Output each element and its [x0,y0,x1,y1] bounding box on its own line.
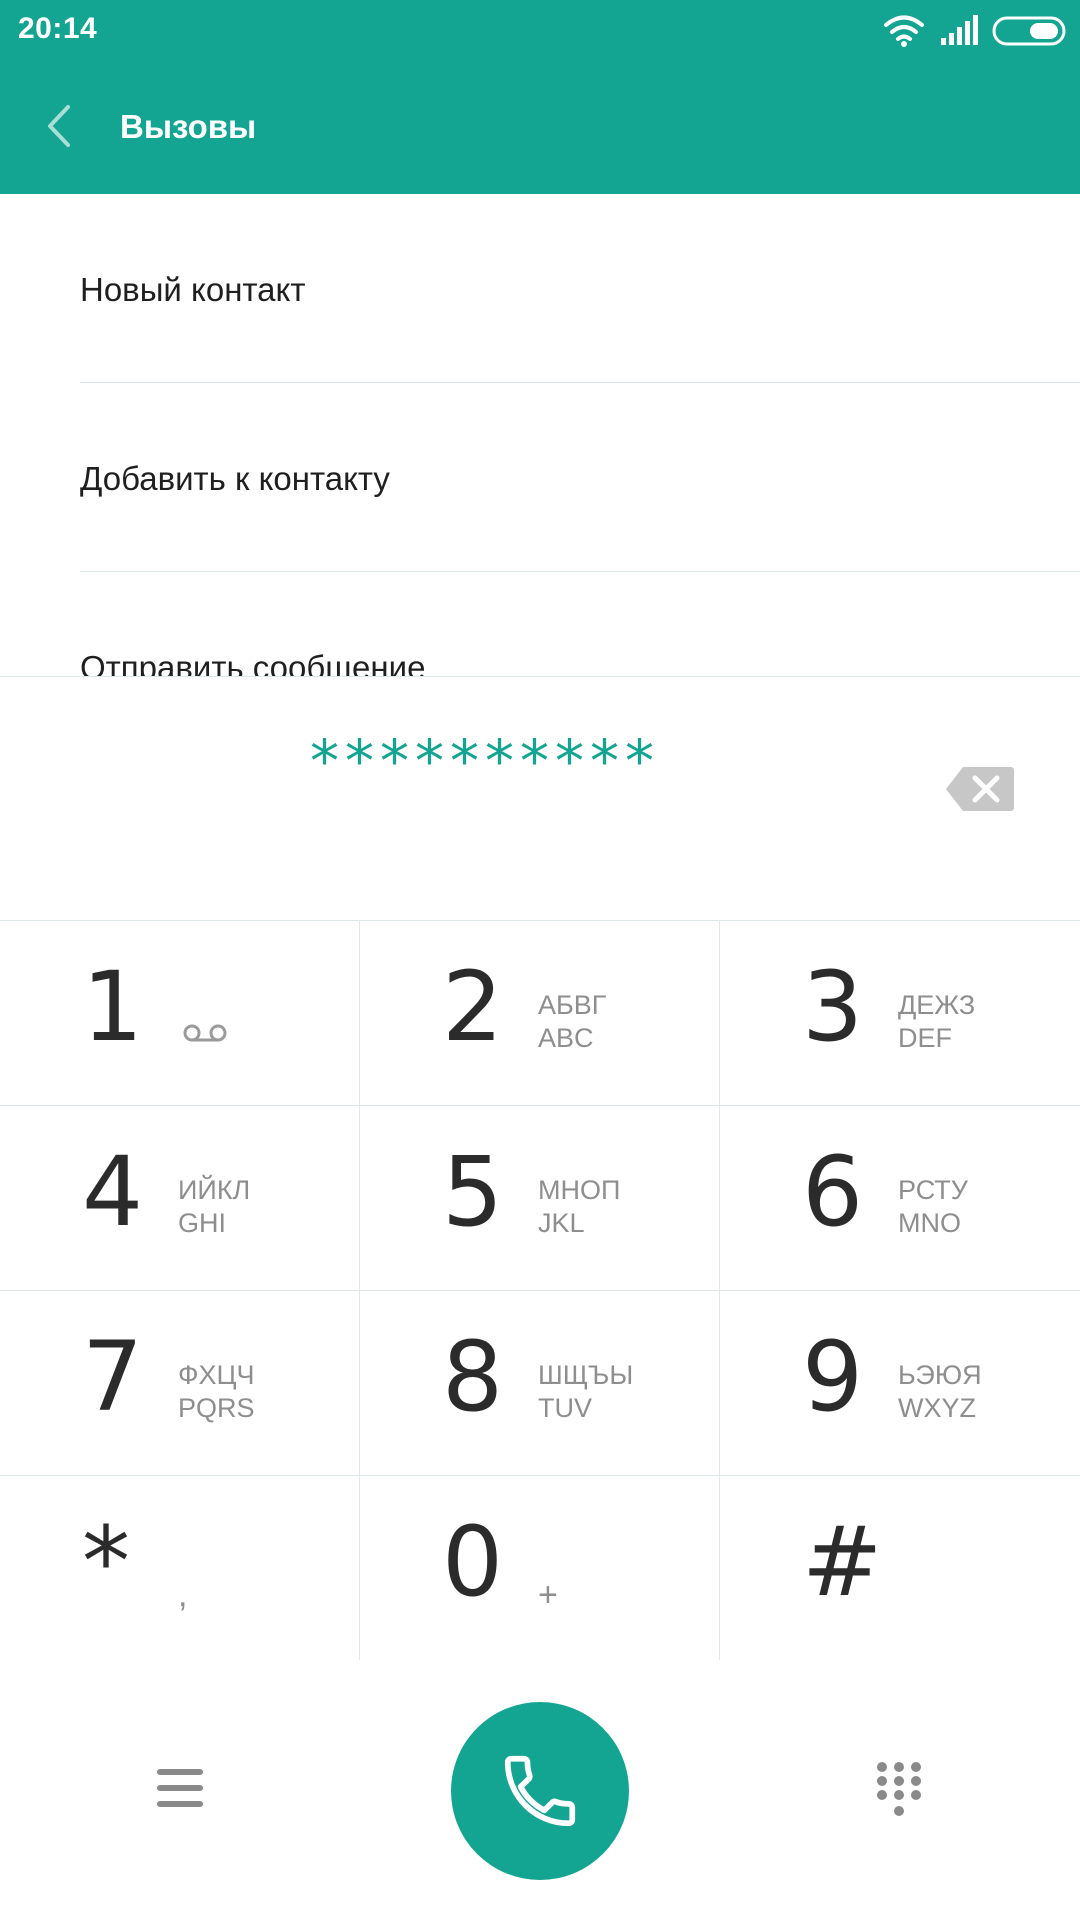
dial-keypad: 1 2 АБВГ ABC 3 ДЕЖЗ DEF 4 ИЙКЛ GHI 5 МНО… [0,920,1080,1661]
menu-item-add-to-contact[interactable]: Добавить к контакту [80,383,1080,572]
key-digit: 4 [82,1136,144,1248]
key-letters-en: JKL [538,1208,585,1238]
action-menu: Новый контакт Добавить к контакту Отправ… [0,194,1080,676]
menu-icon[interactable] [155,1765,205,1811]
number-display: ********** [0,676,1080,920]
key-letters-ru: ДЕЖЗ [898,990,976,1020]
key-2[interactable]: 2 АБВГ ABC [360,921,720,1106]
app-bar: 20:14 Вызовы [0,0,1080,194]
key-letters: МНОП JKL [538,1174,620,1240]
key-7[interactable]: 7 ФХЦЧ PQRS [0,1291,360,1476]
key-digit: 9 [802,1321,864,1433]
key-digit: 8 [442,1321,504,1433]
key-letters: ЬЭЮЯ WXYZ [898,1359,982,1425]
key-letters-en: MNO [898,1208,961,1238]
key-sub-label: , [178,1576,188,1614]
key-sub-label: + [538,1576,558,1614]
key-letters-ru: ФХЦЧ [178,1360,255,1390]
key-letters-en: GHI [178,1208,227,1238]
key-0[interactable]: 0 + [360,1476,720,1661]
key-4[interactable]: 4 ИЙКЛ GHI [0,1106,360,1291]
key-5[interactable]: 5 МНОП JKL [360,1106,720,1291]
key-hash[interactable]: # [720,1476,1080,1661]
key-letters-ru: ЬЭЮЯ [898,1360,982,1390]
key-letters-en: WXYZ [898,1393,976,1423]
key-letters: ДЕЖЗ DEF [898,989,975,1055]
menu-item-send-message[interactable]: Отправить сообщение [80,572,1080,676]
key-letters: РСТУ MNO [898,1174,968,1240]
key-letters-ru: ШЩЪЫ [538,1360,634,1390]
menu-item-label: Новый контакт [80,271,306,308]
key-letters-ru: ИЙКЛ [178,1175,251,1205]
key-3[interactable]: 3 ДЕЖЗ DEF [720,921,1080,1106]
key-digit: 2 [442,951,504,1063]
dialpad-icon[interactable] [874,1760,924,1822]
key-letters: ФХЦЧ PQRS [178,1359,255,1425]
menu-item-new-contact[interactable]: Новый контакт [80,194,1080,383]
key-9[interactable]: 9 ЬЭЮЯ WXYZ [720,1291,1080,1476]
status-bar: 20:14 [0,0,1080,62]
bottom-bar [0,1660,1080,1920]
battery-icon [992,16,1066,46]
key-digit: 5 [442,1136,504,1248]
key-digit: 1 [82,951,144,1063]
key-star[interactable]: * , [0,1476,360,1661]
key-letters-en: ABC [538,1023,594,1053]
key-letters-ru: РСТУ [898,1175,968,1205]
menu-item-label: Отправить сообщение [80,649,426,676]
key-letters: ИЙКЛ GHI [178,1174,250,1240]
backspace-icon[interactable] [945,765,1015,813]
phone-icon [504,1755,576,1827]
page-title: Вызовы [120,108,257,145]
call-button[interactable] [451,1702,629,1880]
key-1[interactable]: 1 [0,921,360,1106]
back-icon[interactable] [40,101,80,151]
key-letters-ru: АБВГ [538,990,607,1020]
key-digit: 6 [802,1136,864,1248]
key-letters-en: TUV [538,1393,592,1423]
status-time: 20:14 [18,12,98,45]
key-6[interactable]: 6 РСТУ MNO [720,1106,1080,1291]
key-digit: 0 [442,1506,504,1618]
key-letters-ru: МНОП [538,1175,621,1205]
dialed-number: ********** [310,727,660,795]
key-letters: АБВГ ABC [538,989,606,1055]
key-letters-en: PQRS [178,1393,255,1423]
key-letters-en: DEF [898,1023,952,1053]
menu-item-label: Добавить к контакту [80,460,390,497]
key-8[interactable]: 8 ШЩЪЫ TUV [360,1291,720,1476]
key-letters: ШЩЪЫ TUV [538,1359,633,1425]
key-digit: 7 [82,1321,144,1433]
signal-icon [941,15,978,45]
key-digit: * [82,1506,130,1618]
wifi-icon [884,15,924,47]
key-digit: 3 [802,951,864,1063]
voicemail-icon [183,1024,227,1042]
key-digit: # [802,1506,883,1618]
